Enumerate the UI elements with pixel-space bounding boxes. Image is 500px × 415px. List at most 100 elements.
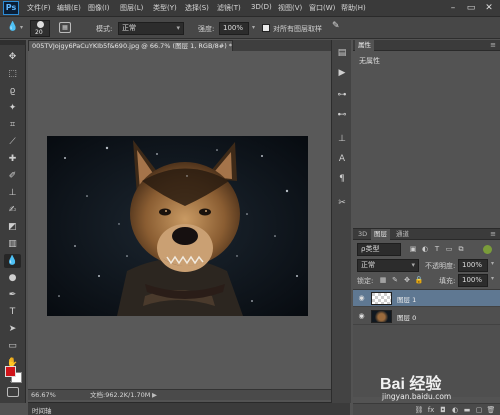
lock-all-icon[interactable]: 🔒 bbox=[413, 275, 425, 285]
opacity-label: 不透明度: bbox=[425, 262, 456, 270]
chevron-down-icon[interactable]: ▾ bbox=[491, 260, 494, 267]
brush-panel-toggle-icon[interactable]: ▦ bbox=[59, 22, 71, 33]
lock-image-icon[interactable]: ✎ bbox=[389, 275, 401, 285]
dodge-tool-icon[interactable]: ● bbox=[4, 271, 21, 285]
timeline-label[interactable]: 时间轴 bbox=[32, 405, 52, 415]
lock-position-icon[interactable]: ✥ bbox=[401, 275, 413, 285]
tab-layers[interactable]: 图层 bbox=[371, 229, 390, 240]
status-menu-arrow-icon[interactable]: ▶ bbox=[152, 390, 157, 400]
smudge-tool-icon[interactable]: 💧 bbox=[7, 22, 18, 32]
smudge-tool-icon[interactable]: 💧 bbox=[4, 254, 21, 268]
sample-all-checkbox[interactable] bbox=[262, 24, 270, 32]
filter-type-icon[interactable]: T bbox=[431, 244, 443, 254]
panel-menu-icon[interactable]: ≡ bbox=[490, 230, 496, 238]
strength-input[interactable]: 100% bbox=[219, 22, 249, 35]
minimize-icon[interactable]: – bbox=[446, 2, 460, 14]
gradient-tool-icon[interactable]: ▥ bbox=[4, 237, 21, 251]
document-tab[interactable]: 005TVJojgy6PaCuYKIb5f&690.jpg @ 66.7% (图… bbox=[28, 40, 233, 51]
adjustment-layer-icon[interactable]: ◐ bbox=[449, 405, 461, 415]
clone-stamp-tool-icon[interactable]: ⊥ bbox=[4, 186, 21, 200]
quick-select-tool-icon[interactable]: ✦ bbox=[4, 101, 21, 115]
history-panel-icon[interactable]: ▤ bbox=[335, 46, 349, 60]
layer-mask-icon[interactable]: ◘ bbox=[437, 405, 449, 415]
timeline-panel-bar[interactable]: 时间轴 bbox=[28, 402, 350, 415]
tab-3d[interactable]: 3D bbox=[355, 229, 370, 240]
menu-file[interactable]: 文件(F) bbox=[27, 3, 51, 13]
menu-type[interactable]: 类型(Y) bbox=[153, 3, 177, 13]
finger-painting-icon[interactable]: ✎ bbox=[332, 21, 340, 31]
document-canvas-image[interactable] bbox=[47, 136, 308, 316]
brush-tip-icon bbox=[37, 21, 44, 28]
menu-select[interactable]: 选择(S) bbox=[185, 3, 209, 13]
quick-mask-icon[interactable] bbox=[7, 387, 19, 397]
adjustments-panel-icon[interactable]: ⊶ bbox=[335, 88, 349, 102]
brush-presets-panel-icon[interactable]: ⊷ bbox=[335, 108, 349, 122]
crop-tool-icon[interactable]: ⌗ bbox=[4, 118, 21, 132]
menu-view[interactable]: 视图(V) bbox=[278, 3, 302, 13]
zoom-level[interactable]: 66.67% bbox=[31, 390, 56, 400]
new-group-icon[interactable]: ▬ bbox=[461, 405, 473, 415]
layer-style-icon[interactable]: fx bbox=[425, 405, 437, 415]
menu-help[interactable]: 帮助(H) bbox=[341, 3, 366, 13]
eye-icon[interactable]: ◉ bbox=[357, 312, 366, 321]
opacity-value: 100% bbox=[462, 261, 483, 269]
actions-panel-icon[interactable]: ▶ bbox=[335, 66, 349, 80]
fill-input[interactable]: 100% bbox=[458, 274, 488, 287]
chevron-down-icon[interactable]: ▾ bbox=[491, 275, 494, 282]
layer-thumbnail bbox=[371, 310, 392, 323]
layer-filter-select[interactable]: ρ类型 bbox=[357, 243, 401, 256]
eyedropper-tool-icon[interactable]: ⟋ bbox=[4, 135, 21, 149]
pen-tool-icon[interactable]: ✒ bbox=[4, 288, 21, 302]
type-tool-icon[interactable]: T bbox=[4, 305, 21, 319]
opacity-input[interactable]: 100% bbox=[458, 259, 488, 272]
chevron-down-icon[interactable]: ▾ bbox=[252, 24, 255, 31]
maximize-icon[interactable]: ▭ bbox=[464, 2, 478, 14]
lock-transparent-icon[interactable]: ▦ bbox=[377, 275, 389, 285]
filter-toggle-icon[interactable] bbox=[483, 245, 492, 254]
menu-edit[interactable]: 编辑(E) bbox=[57, 3, 81, 13]
eraser-tool-icon[interactable]: ◩ bbox=[4, 220, 21, 234]
filter-smart-object-icon[interactable]: ⧉ bbox=[455, 244, 467, 254]
tool-presets-panel-icon[interactable]: ✂ bbox=[335, 196, 349, 210]
menu-image[interactable]: 图像(I) bbox=[88, 3, 110, 13]
new-layer-icon[interactable]: ▢ bbox=[473, 405, 485, 415]
filter-adjustment-icon[interactable]: ◐ bbox=[419, 244, 431, 254]
filter-pixel-icon[interactable]: ▣ bbox=[407, 244, 419, 254]
paragraph-panel-icon[interactable]: ¶ bbox=[335, 172, 349, 186]
delete-layer-icon[interactable]: 🗑 bbox=[485, 405, 497, 415]
layer-row[interactable]: ◉ 图层 1 bbox=[353, 290, 500, 307]
panel-menu-icon[interactable]: ≡ bbox=[490, 41, 496, 49]
layers-tab-bar: 3D 图层 通道 ≡ bbox=[353, 229, 500, 240]
chevron-down-icon[interactable]: ▾ bbox=[20, 24, 23, 31]
document-size-info: 文档:962.2K/1.70M bbox=[90, 391, 151, 399]
clone-source-panel-icon[interactable]: ⊥ bbox=[335, 132, 349, 146]
link-layers-icon[interactable]: ⛓ bbox=[413, 405, 425, 415]
tab-channels[interactable]: 通道 bbox=[393, 229, 412, 240]
brush-preset-picker[interactable]: 20 bbox=[30, 20, 50, 37]
lasso-tool-icon[interactable]: ϱ bbox=[4, 84, 21, 98]
marquee-tool-icon[interactable]: ⬚ bbox=[4, 67, 21, 81]
blend-mode-select[interactable]: 正常 ▾ bbox=[357, 259, 419, 272]
menu-layer[interactable]: 图层(L) bbox=[120, 3, 143, 13]
blend-mode-value: 正常 bbox=[361, 261, 375, 269]
panel-dock-column: ▤ ▶ ⊶ ⊷ ⊥ A ¶ ✂ bbox=[331, 40, 351, 403]
menu-3d[interactable]: 3D(D) bbox=[251, 3, 272, 11]
tab-properties[interactable]: 属性 bbox=[355, 40, 374, 51]
menu-window[interactable]: 窗口(W) bbox=[309, 3, 335, 13]
eye-icon[interactable]: ◉ bbox=[357, 294, 366, 303]
properties-panel: 属性 ≡ 无属性 bbox=[353, 40, 500, 226]
move-tool-icon[interactable]: ✥ bbox=[4, 50, 21, 64]
history-brush-tool-icon[interactable]: ✍ bbox=[4, 203, 21, 217]
mode-select[interactable]: 正常 ▾ bbox=[118, 22, 184, 35]
shape-tool-icon[interactable]: ▭ bbox=[4, 339, 21, 353]
close-icon[interactable]: ✕ bbox=[482, 2, 496, 14]
character-panel-icon[interactable]: A bbox=[335, 152, 349, 166]
healing-brush-tool-icon[interactable]: ✚ bbox=[4, 152, 21, 166]
fill-label: 填充: bbox=[439, 277, 456, 285]
menu-filter[interactable]: 滤镜(T) bbox=[217, 3, 241, 13]
layer-row[interactable]: ◉ 图层 0 bbox=[353, 308, 500, 325]
filter-shape-icon[interactable]: ▭ bbox=[443, 244, 455, 254]
foreground-color-swatch[interactable] bbox=[5, 366, 16, 377]
brush-tool-icon[interactable]: ✐ bbox=[4, 169, 21, 183]
path-selection-tool-icon[interactable]: ➤ bbox=[4, 322, 21, 336]
